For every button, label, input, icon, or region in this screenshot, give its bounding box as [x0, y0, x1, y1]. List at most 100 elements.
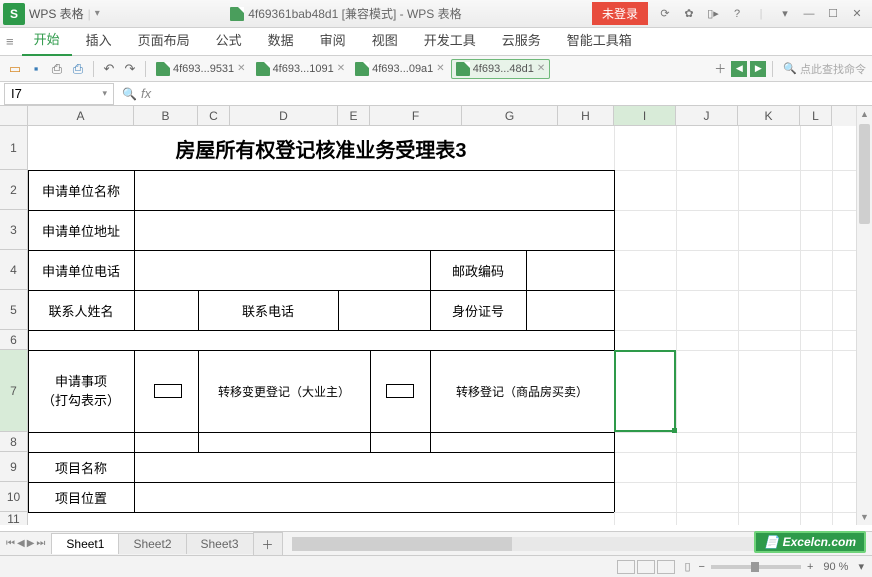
- undo-icon[interactable]: ↶: [100, 60, 118, 78]
- file-menu-icon[interactable]: ≡: [6, 34, 14, 55]
- menu-formula[interactable]: 公式: [204, 25, 254, 55]
- vertical-scrollbar[interactable]: ▲ ▼: [856, 106, 872, 525]
- zoom-slider[interactable]: [711, 565, 801, 569]
- app-logo: S: [3, 3, 25, 25]
- col-A[interactable]: A: [28, 106, 134, 126]
- window-title: 4f69361bab48d1 [兼容模式] - WPS 表格: [100, 5, 592, 22]
- spreadsheet[interactable]: A B C D E F G H I J K L 1 2 3 4 5 6 7 8 …: [0, 106, 872, 525]
- doc-tab-1[interactable]: 4f693...1091✕: [252, 60, 350, 78]
- formula-input[interactable]: [157, 84, 872, 104]
- col-G[interactable]: G: [462, 106, 558, 126]
- menu-dev[interactable]: 开发工具: [412, 25, 488, 55]
- name-box[interactable]: I7 ▾: [4, 83, 114, 105]
- zoom-value[interactable]: 90 %: [823, 561, 848, 573]
- sheet-next-icon[interactable]: ▶: [27, 538, 35, 549]
- menu-view[interactable]: 视图: [360, 25, 410, 55]
- col-L[interactable]: L: [800, 106, 832, 126]
- print-icon[interactable]: ⎙: [48, 60, 66, 78]
- checkbox-2[interactable]: [386, 384, 414, 398]
- select-all-corner[interactable]: [0, 106, 28, 126]
- app-name: WPS 表格: [29, 5, 84, 22]
- minimize-icon[interactable]: —: [798, 4, 820, 24]
- row-5[interactable]: 5: [0, 290, 28, 330]
- command-search[interactable]: 🔍 点此查找命令: [783, 61, 866, 77]
- scroll-up-icon[interactable]: ▲: [857, 106, 872, 122]
- lbl-apply-unit-addr: 申请单位地址: [28, 210, 134, 250]
- new-tab-icon[interactable]: ＋: [712, 61, 728, 77]
- row-6[interactable]: 6: [0, 330, 28, 350]
- col-C[interactable]: C: [198, 106, 230, 126]
- close-icon[interactable]: ✕: [237, 63, 245, 74]
- preview-icon[interactable]: ⎙: [69, 60, 87, 78]
- sheet-tab-2[interactable]: Sheet3: [186, 533, 254, 554]
- tab-next-icon[interactable]: ▶: [750, 61, 766, 77]
- row-8[interactable]: 8: [0, 432, 28, 452]
- col-B[interactable]: B: [134, 106, 198, 126]
- col-D[interactable]: D: [230, 106, 338, 126]
- sync-icon[interactable]: ⟳: [654, 4, 676, 24]
- menu-insert[interactable]: 插入: [74, 25, 124, 55]
- row-2[interactable]: 2: [0, 170, 28, 210]
- col-K[interactable]: K: [738, 106, 800, 126]
- lbl-apply-unit-name: 申请单位名称: [28, 170, 134, 210]
- lbl-transfer-change: 转移变更登记（大业主）: [198, 350, 370, 432]
- close-icon[interactable]: ✕: [846, 4, 868, 24]
- zoom-in-icon[interactable]: +: [807, 561, 813, 573]
- help-icon[interactable]: ?: [726, 4, 748, 24]
- save-icon[interactable]: ▪: [27, 60, 45, 78]
- lbl-project-loc: 项目位置: [28, 482, 134, 512]
- menu-smarttools[interactable]: 智能工具箱: [555, 25, 644, 55]
- open-icon[interactable]: ▭: [6, 60, 24, 78]
- sheet-first-icon[interactable]: ⏮: [6, 538, 15, 549]
- row-4[interactable]: 4: [0, 250, 28, 290]
- scroll-down-icon[interactable]: ▼: [857, 509, 872, 525]
- hscroll-thumb[interactable]: [292, 537, 512, 551]
- row-11[interactable]: 11: [0, 512, 28, 525]
- tab-prev-icon[interactable]: ◀: [731, 61, 747, 77]
- search-fn-icon[interactable]: 🔍: [122, 87, 137, 101]
- col-H[interactable]: H: [558, 106, 614, 126]
- scroll-thumb[interactable]: [859, 124, 870, 224]
- chevron-down-icon[interactable]: ▾: [102, 88, 107, 99]
- row-1[interactable]: 1: [0, 126, 28, 170]
- close-icon[interactable]: ✕: [436, 63, 444, 74]
- zoom-out-icon[interactable]: −: [699, 561, 705, 573]
- checkbox-1[interactable]: [154, 384, 182, 398]
- sheet-tab-add[interactable]: ＋: [253, 532, 283, 556]
- row-7[interactable]: 7: [0, 350, 28, 432]
- sheet-last-icon[interactable]: ⏭: [36, 538, 45, 549]
- menu-review[interactable]: 审阅: [308, 25, 358, 55]
- fx-label[interactable]: fx: [141, 86, 151, 101]
- grid[interactable]: 房屋所有权登记核准业务受理表3 申请单位名称 申请单位地址 申请单位电话 邮政编…: [28, 126, 856, 525]
- skin-icon[interactable]: ▯▸: [702, 4, 724, 24]
- view-normal-icon[interactable]: [617, 560, 635, 574]
- col-E[interactable]: E: [338, 106, 370, 126]
- sheet-tab-1[interactable]: Sheet2: [118, 533, 186, 554]
- view-break-icon[interactable]: [657, 560, 675, 574]
- login-button[interactable]: 未登录: [592, 2, 648, 25]
- col-F[interactable]: F: [370, 106, 462, 126]
- menu-data[interactable]: 数据: [256, 25, 306, 55]
- row-3[interactable]: 3: [0, 210, 28, 250]
- view-page-icon[interactable]: [637, 560, 655, 574]
- close-icon[interactable]: ✕: [537, 63, 545, 74]
- col-I[interactable]: I: [614, 106, 676, 126]
- row-9[interactable]: 9: [0, 452, 28, 482]
- close-icon[interactable]: ✕: [337, 63, 345, 74]
- zoom-menu-icon[interactable]: ▾: [858, 560, 864, 573]
- menu-layout[interactable]: 页面布局: [126, 25, 202, 55]
- col-J[interactable]: J: [676, 106, 738, 126]
- sheet-prev-icon[interactable]: ◀: [17, 538, 25, 549]
- sheet-tab-0[interactable]: Sheet1: [51, 533, 119, 554]
- menu-cloud[interactable]: 云服务: [490, 25, 553, 55]
- menu-start[interactable]: 开始: [22, 24, 72, 56]
- settings-icon[interactable]: ✿: [678, 4, 700, 24]
- redo-icon[interactable]: ↷: [121, 60, 139, 78]
- row-headers: 1 2 3 4 5 6 7 8 9 10 11: [0, 126, 28, 525]
- collapse-icon[interactable]: ▾: [774, 4, 796, 24]
- doc-tab-0[interactable]: 4f693...9531✕: [152, 60, 250, 78]
- doc-tab-3[interactable]: 4f693...48d1✕: [451, 59, 551, 79]
- maximize-icon[interactable]: ☐: [822, 4, 844, 24]
- row-10[interactable]: 10: [0, 482, 28, 512]
- doc-tab-2[interactable]: 4f693...09a1✕: [351, 60, 449, 78]
